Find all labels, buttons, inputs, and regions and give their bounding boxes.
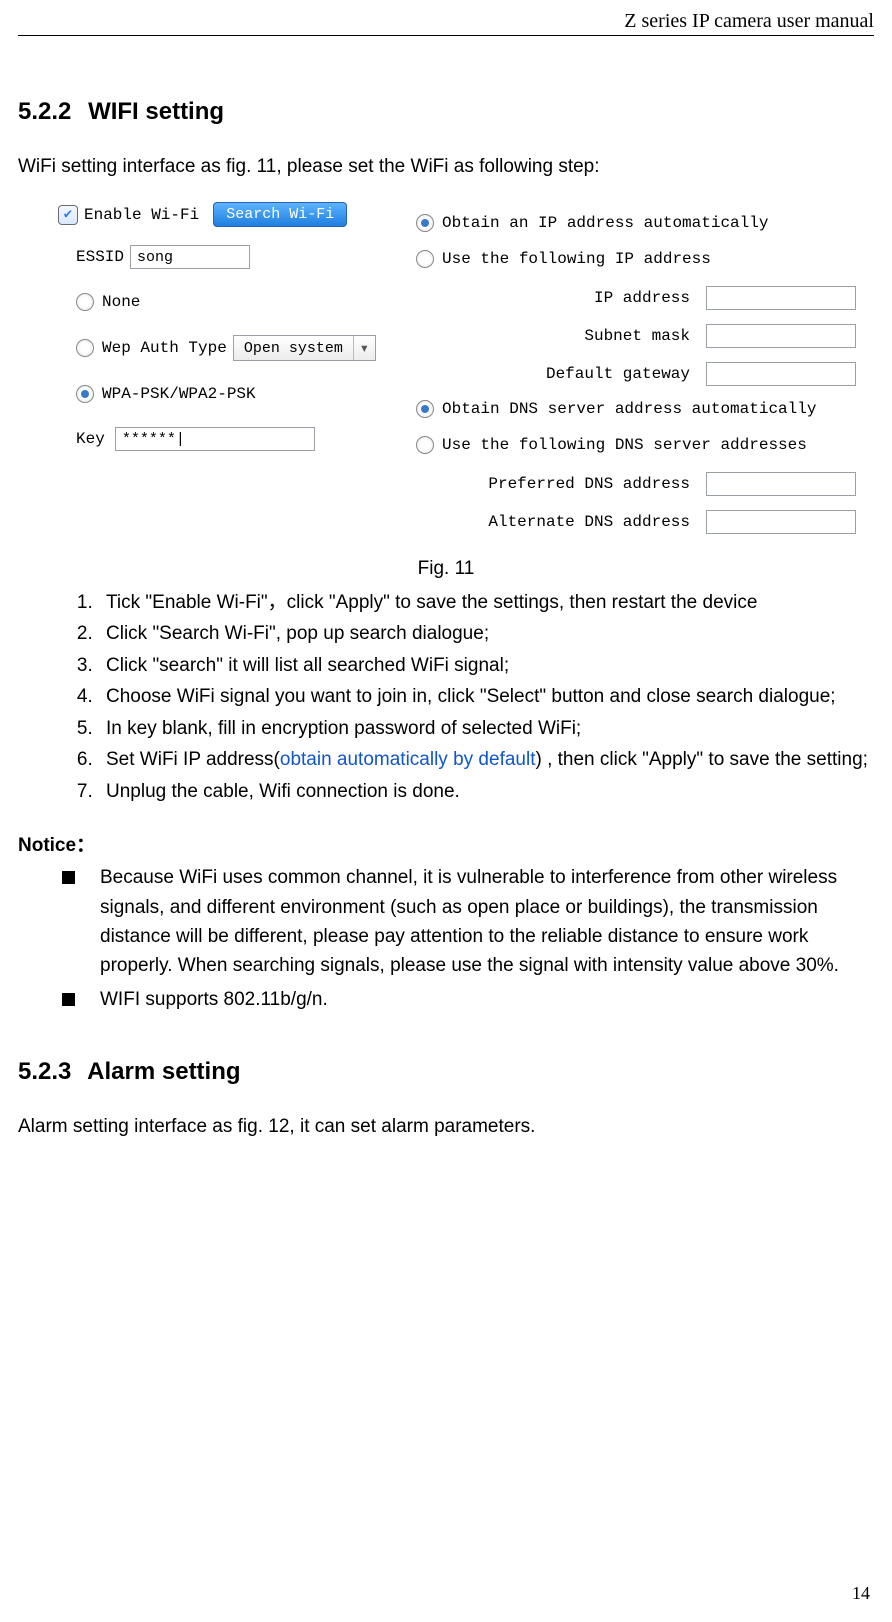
section-number-2: 5.2.3 [18, 1058, 71, 1085]
dns-pref-input[interactable] [706, 472, 856, 496]
ip-manual-label: Use the following IP address [442, 250, 711, 268]
section-intro: WiFi setting interface as fig. 11, pleas… [18, 156, 874, 178]
header-title: Z series IP camera user manual [624, 10, 874, 32]
chevron-down-icon: ▾ [353, 336, 375, 360]
enable-wifi-checkbox[interactable]: ✔ [58, 205, 78, 225]
page-number: 14 [852, 1583, 870, 1604]
essid-label: ESSID [76, 248, 124, 266]
ip-manual-row: Use the following IP address [416, 250, 856, 268]
wifi-right-column: Obtain an IP address automatically Use t… [416, 202, 856, 548]
ip-address-input[interactable] [706, 286, 856, 310]
section-number: 5.2.2 [18, 98, 71, 125]
key-label: Key [76, 430, 105, 448]
page: Z series IP camera user manual 5.2.2 WIF… [0, 0, 892, 1622]
ip-manual-radio[interactable] [416, 250, 434, 268]
ip-address-label: IP address [510, 289, 690, 307]
dns-alt-row: Alternate DNS address [386, 510, 856, 534]
ip-auto-label: Obtain an IP address automatically [442, 214, 768, 232]
dns-fields-block: Preferred DNS address Alternate DNS addr… [386, 472, 856, 534]
subnet-label: Subnet mask [510, 327, 690, 345]
section2-intro: Alarm setting interface as fig. 12, it c… [18, 1116, 874, 1138]
section-heading-wifi: 5.2.2 WIFI setting [18, 98, 874, 126]
gateway-input[interactable] [706, 362, 856, 386]
auth-wpa-row: WPA-PSK/WPA2-PSK [76, 385, 388, 403]
auth-wep-row: Wep Auth Type Open system ▾ [76, 335, 388, 361]
auth-none-row: None [76, 293, 388, 311]
step-1: Tick "Enable Wi-Fi"，click "Apply" to sav… [98, 588, 874, 617]
ip-address-row: IP address [472, 286, 856, 310]
running-header: Z series IP camera user manual [18, 10, 874, 36]
dns-pref-label: Preferred DNS address [455, 475, 690, 493]
dns-manual-label: Use the following DNS server addresses [442, 436, 807, 454]
figure-caption: Fig. 11 [18, 558, 874, 580]
key-input[interactable] [115, 427, 315, 451]
ip-fields-block: IP address Subnet mask Default gateway [472, 286, 856, 386]
gateway-row: Default gateway [472, 362, 856, 386]
wifi-settings-panel: ✔ Enable Wi-Fi Search Wi-Fi ESSID None W… [58, 202, 858, 548]
gateway-label: Default gateway [510, 365, 690, 383]
key-row: Key [76, 427, 388, 451]
ip-auto-radio[interactable] [416, 214, 434, 232]
dns-alt-input[interactable] [706, 510, 856, 534]
wep-type-value: Open system [234, 340, 353, 357]
dns-auto-label: Obtain DNS server address automatically [442, 400, 816, 418]
dns-pref-row: Preferred DNS address [386, 472, 856, 496]
auth-wep-label: Wep Auth Type [102, 339, 227, 357]
ip-auto-row: Obtain an IP address automatically [416, 214, 856, 232]
notice-item-2: WIFI supports 802.11b/g/n. [62, 985, 874, 1014]
steps-list: Tick "Enable Wi-Fi"，click "Apply" to sav… [18, 588, 874, 806]
dns-alt-label: Alternate DNS address [455, 513, 690, 531]
section-title: WIFI setting [88, 98, 224, 125]
essid-row: ESSID [76, 245, 388, 269]
notice-list: Because WiFi uses common channel, it is … [18, 863, 874, 1014]
auth-wpa-radio[interactable] [76, 385, 94, 403]
essid-input[interactable] [130, 245, 250, 269]
subnet-row: Subnet mask [472, 324, 856, 348]
enable-wifi-label: Enable Wi-Fi [84, 206, 199, 224]
notice-item-1: Because WiFi uses common channel, it is … [62, 863, 874, 981]
dns-manual-radio[interactable] [416, 436, 434, 454]
step-3: Click "search" it will list all searched… [98, 651, 874, 680]
dns-manual-row: Use the following DNS server addresses [416, 436, 856, 454]
notice-heading: Notice： [18, 830, 874, 857]
auth-wpa-label: WPA-PSK/WPA2-PSK [102, 385, 256, 403]
subnet-input[interactable] [706, 324, 856, 348]
step-6-link: obtain automatically by default [280, 749, 536, 770]
dns-auto-radio[interactable] [416, 400, 434, 418]
wep-type-select[interactable]: Open system ▾ [233, 335, 376, 361]
step-6: Set WiFi IP address(obtain automatically… [98, 745, 874, 774]
section-heading-alarm: 5.2.3 Alarm setting [18, 1058, 874, 1086]
step-4: Choose WiFi signal you want to join in, … [98, 682, 874, 711]
step-5: In key blank, fill in encryption passwor… [98, 714, 874, 743]
step-7: Unplug the cable, Wifi connection is don… [98, 777, 874, 806]
auth-wep-radio[interactable] [76, 339, 94, 357]
enable-wifi-row: ✔ Enable Wi-Fi Search Wi-Fi [58, 202, 388, 227]
section-title-2: Alarm setting [87, 1058, 240, 1085]
step-2: Click "Search Wi-Fi", pop up search dial… [98, 619, 874, 648]
auth-none-radio[interactable] [76, 293, 94, 311]
search-wifi-button[interactable]: Search Wi-Fi [213, 202, 347, 227]
dns-auto-row: Obtain DNS server address automatically [416, 400, 856, 418]
auth-none-label: None [102, 293, 140, 311]
wifi-left-column: ✔ Enable Wi-Fi Search Wi-Fi ESSID None W… [58, 202, 388, 548]
